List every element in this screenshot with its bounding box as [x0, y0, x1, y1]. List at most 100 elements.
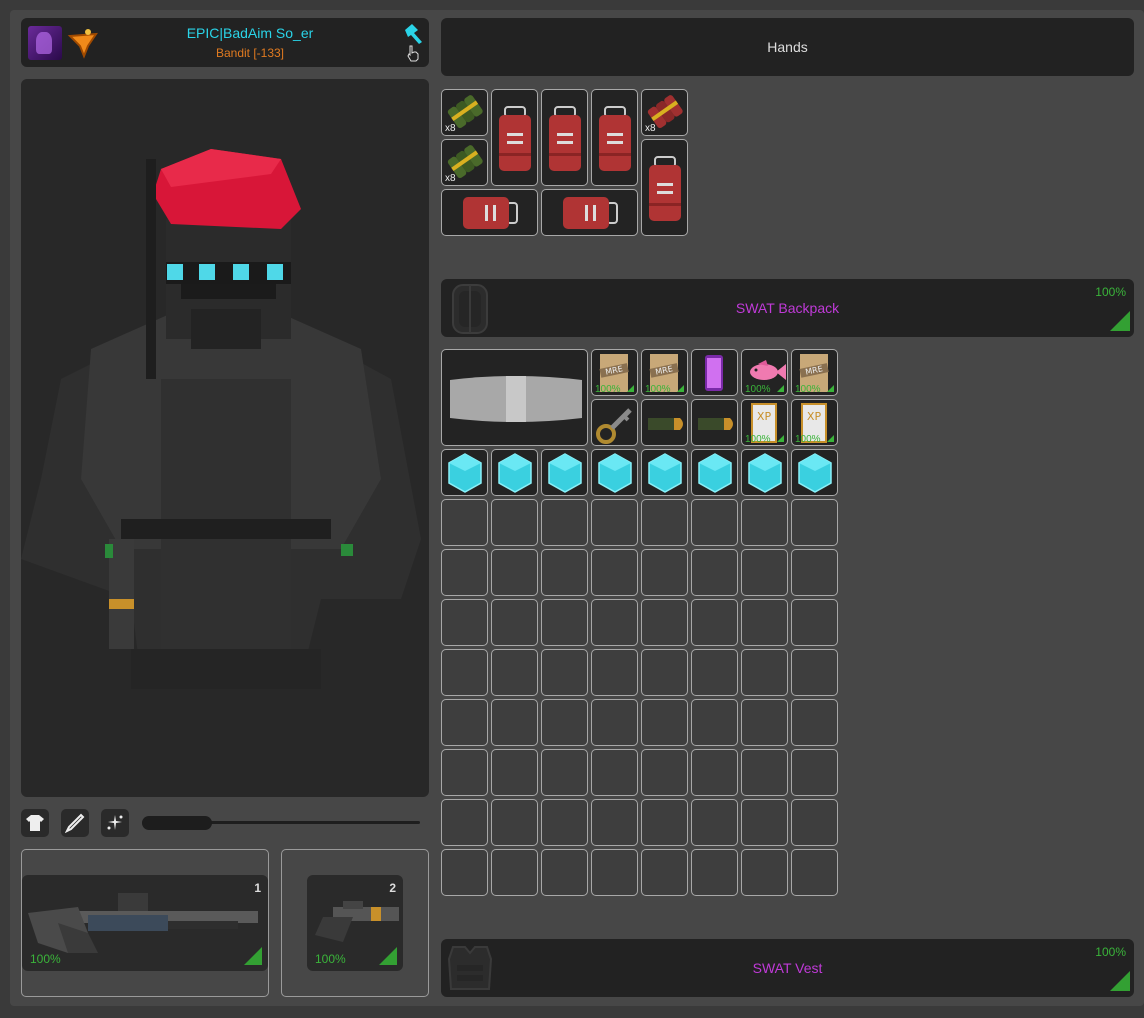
- empty-slot[interactable]: [641, 599, 688, 646]
- backpack-slot[interactable]: [691, 449, 738, 496]
- empty-slot[interactable]: [441, 599, 488, 646]
- empty-slot[interactable]: [441, 649, 488, 696]
- empty-slot[interactable]: [441, 849, 488, 896]
- empty-slot[interactable]: [741, 799, 788, 846]
- empty-slot[interactable]: [741, 699, 788, 746]
- backpack-slot[interactable]: [641, 449, 688, 496]
- empty-slot[interactable]: [491, 499, 538, 546]
- empty-slot[interactable]: [641, 549, 688, 596]
- empty-slot[interactable]: [491, 799, 538, 846]
- sparkle-icon[interactable]: [101, 809, 129, 837]
- backpack-slot[interactable]: [691, 399, 738, 446]
- weapon-icon[interactable]: [61, 809, 89, 837]
- empty-slot[interactable]: [441, 699, 488, 746]
- backpack-panel[interactable]: SWAT Backpack 100%: [441, 279, 1134, 337]
- empty-slot[interactable]: [691, 549, 738, 596]
- empty-slot[interactable]: [541, 849, 588, 896]
- clothing-icon[interactable]: [21, 809, 49, 837]
- empty-slot[interactable]: [491, 599, 538, 646]
- empty-slot[interactable]: [591, 749, 638, 796]
- empty-slot[interactable]: [791, 649, 838, 696]
- empty-slot[interactable]: [541, 549, 588, 596]
- empty-slot[interactable]: [641, 749, 688, 796]
- empty-slot[interactable]: [591, 849, 638, 896]
- backpack-slot[interactable]: [591, 449, 638, 496]
- empty-slot[interactable]: [741, 849, 788, 896]
- empty-slot[interactable]: [591, 599, 638, 646]
- character-preview[interactable]: [21, 79, 429, 797]
- empty-slot[interactable]: [641, 649, 688, 696]
- empty-slot[interactable]: [491, 849, 538, 896]
- empty-slot[interactable]: [741, 749, 788, 796]
- empty-slot[interactable]: [491, 549, 538, 596]
- empty-slot[interactable]: [441, 549, 488, 596]
- empty-slot[interactable]: [541, 699, 588, 746]
- empty-slot[interactable]: [691, 499, 738, 546]
- empty-slot[interactable]: [591, 549, 638, 596]
- empty-slot[interactable]: [691, 599, 738, 646]
- empty-slot[interactable]: [691, 649, 738, 696]
- empty-slot[interactable]: [791, 699, 838, 746]
- empty-slot[interactable]: [791, 549, 838, 596]
- backpack-slot[interactable]: [441, 449, 488, 496]
- hands-slot[interactable]: [591, 89, 638, 186]
- hands-slot[interactable]: [641, 139, 688, 236]
- empty-slot[interactable]: [691, 849, 738, 896]
- primary-weapon-slot[interactable]: 1 100%: [22, 875, 268, 971]
- hands-slot[interactable]: x8: [641, 89, 688, 136]
- empty-slot[interactable]: [691, 799, 738, 846]
- backpack-slot[interactable]: [441, 349, 588, 446]
- empty-slot[interactable]: [741, 499, 788, 546]
- hands-panel[interactable]: Hands: [441, 18, 1134, 76]
- backpack-slot[interactable]: [591, 399, 638, 446]
- backpack-slot[interactable]: [491, 449, 538, 496]
- backpack-slot[interactable]: [741, 449, 788, 496]
- backpack-slot[interactable]: MRE 100%: [641, 349, 688, 396]
- empty-slot[interactable]: [641, 799, 688, 846]
- empty-slot[interactable]: [641, 499, 688, 546]
- empty-slot[interactable]: [441, 749, 488, 796]
- vest-panel[interactable]: SWAT Vest 100%: [441, 939, 1134, 997]
- hands-slot[interactable]: x8: [441, 139, 488, 186]
- empty-slot[interactable]: [641, 849, 688, 896]
- empty-slot[interactable]: [691, 749, 738, 796]
- empty-slot[interactable]: [541, 799, 588, 846]
- backpack-slot[interactable]: XP 100%: [791, 399, 838, 446]
- empty-slot[interactable]: [541, 649, 588, 696]
- secondary-weapon-slot[interactable]: 2 100%: [307, 875, 403, 971]
- empty-slot[interactable]: [541, 599, 588, 646]
- backpack-slot[interactable]: [791, 449, 838, 496]
- empty-slot[interactable]: [441, 799, 488, 846]
- empty-slot[interactable]: [591, 699, 638, 746]
- empty-slot[interactable]: [791, 799, 838, 846]
- clan-icon[interactable]: [66, 26, 100, 60]
- empty-slot[interactable]: [591, 799, 638, 846]
- empty-slot[interactable]: [491, 749, 538, 796]
- backpack-slot[interactable]: [541, 449, 588, 496]
- empty-slot[interactable]: [441, 499, 488, 546]
- backpack-slot[interactable]: XP 100%: [741, 399, 788, 446]
- empty-slot[interactable]: [691, 699, 738, 746]
- hands-slot[interactable]: [541, 189, 638, 236]
- backpack-slot[interactable]: [641, 399, 688, 446]
- empty-slot[interactable]: [791, 499, 838, 546]
- empty-slot[interactable]: [541, 749, 588, 796]
- hands-slot[interactable]: x8: [441, 89, 488, 136]
- empty-slot[interactable]: [741, 549, 788, 596]
- empty-slot[interactable]: [791, 849, 838, 896]
- empty-slot[interactable]: [791, 599, 838, 646]
- empty-slot[interactable]: [741, 649, 788, 696]
- empty-slot[interactable]: [641, 699, 688, 746]
- slider-thumb[interactable]: [142, 816, 212, 830]
- empty-slot[interactable]: [591, 499, 638, 546]
- hands-slot[interactable]: [441, 189, 538, 236]
- empty-slot[interactable]: [741, 599, 788, 646]
- empty-slot[interactable]: [491, 699, 538, 746]
- empty-slot[interactable]: [591, 649, 638, 696]
- zoom-slider[interactable]: [142, 814, 420, 832]
- avatar-icon[interactable]: [28, 26, 62, 60]
- hands-slot[interactable]: [491, 89, 538, 186]
- hands-slot[interactable]: [541, 89, 588, 186]
- empty-slot[interactable]: [791, 749, 838, 796]
- backpack-slot[interactable]: MRE 100%: [591, 349, 638, 396]
